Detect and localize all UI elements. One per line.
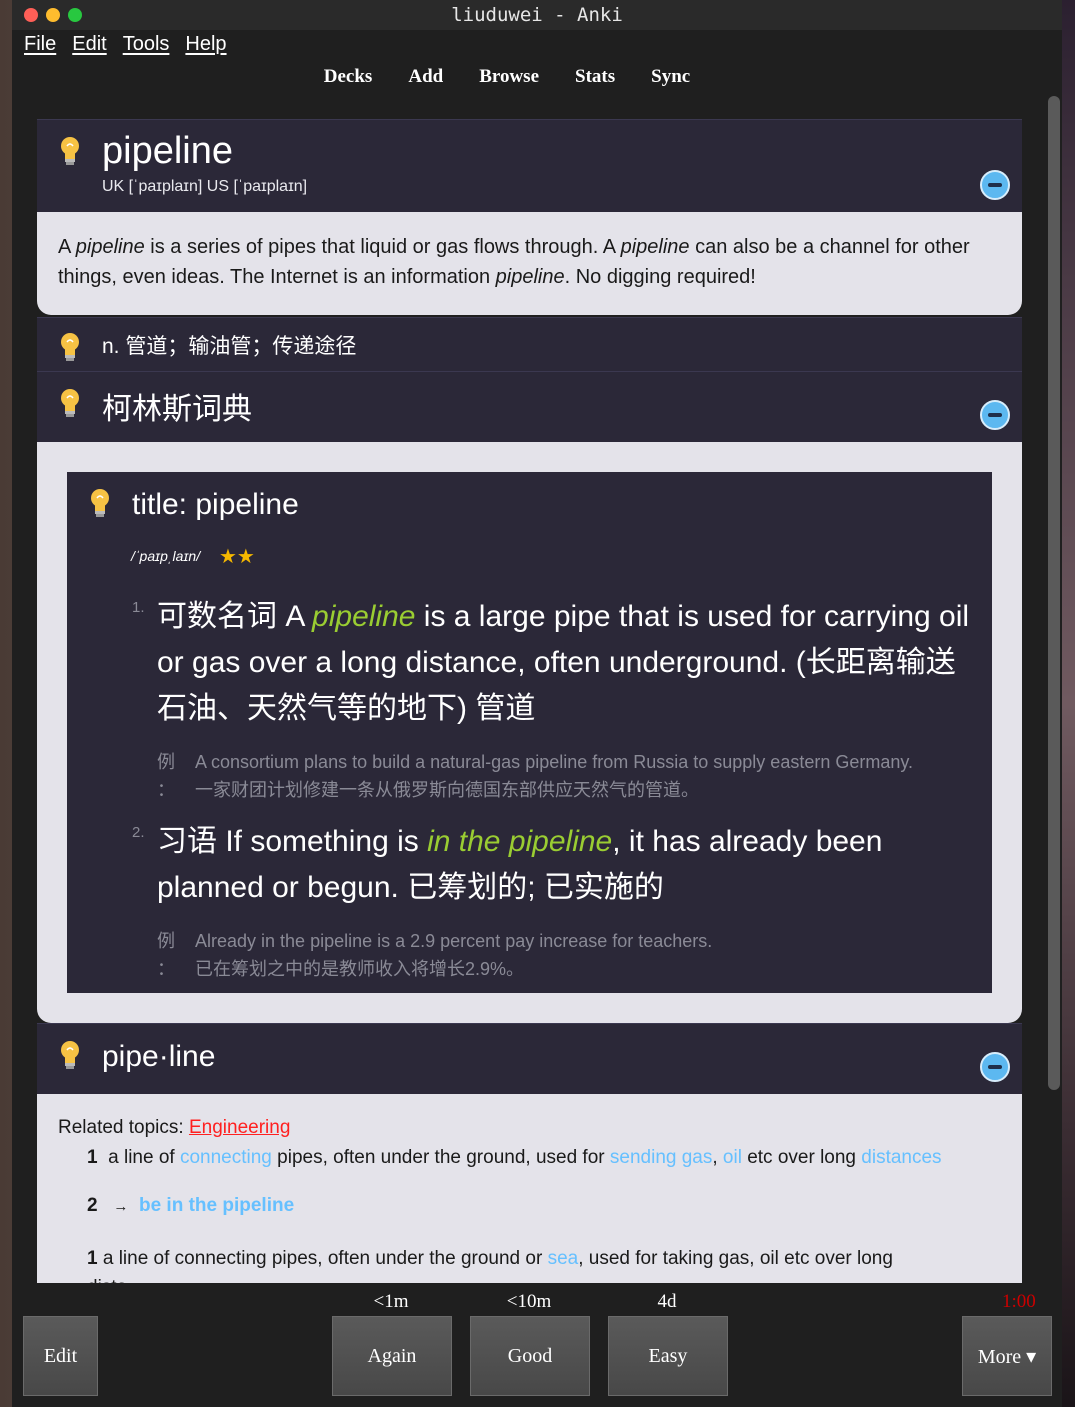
collapse-icon[interactable]	[980, 400, 1010, 430]
example-text: Already in the pipeline is a 2.9 percent…	[195, 931, 713, 979]
edit-button[interactable]: Edit	[23, 1316, 98, 1396]
menu-tools[interactable]: Tools	[123, 33, 170, 56]
card-definition: pipeline UK [ˈpaɪplaɪn] US [ˈpaɪplaɪn] A…	[37, 120, 1022, 315]
sense-1: 1 a line of connecting pipes, often unde…	[87, 1147, 942, 1168]
menu-bar: File Edit Tools Help	[12, 30, 1062, 58]
be-in-the-pipeline-link[interactable]: be in the pipeline	[139, 1195, 294, 1216]
description-text: A pipeline is a series of pipes that liq…	[58, 236, 970, 288]
longman-headword: pipe·line	[102, 1040, 216, 1073]
good-button[interactable]: Good	[470, 1316, 590, 1396]
toolbar-add[interactable]: Add	[408, 66, 443, 88]
anki-window: liuduwei - Anki File Edit Tools Help Dec…	[12, 0, 1062, 1407]
content-scrollbar[interactable]	[1048, 96, 1060, 1090]
lightbulb-icon	[61, 333, 79, 361]
card-collins-header: 柯林斯词典	[37, 372, 1022, 442]
collapse-icon[interactable]	[980, 170, 1010, 200]
card-longman: pipe·line Related topics: Engineering 1 …	[37, 1024, 1022, 1283]
lightbulb-icon	[61, 389, 79, 417]
card-longman-header: pipe·line	[37, 1024, 1022, 1094]
timer: 1:00	[1002, 1291, 1036, 1312]
toolbar-decks[interactable]: Decks	[324, 66, 373, 88]
main-toolbar: Decks Add Browse Stats Sync	[12, 58, 1062, 96]
sense-2: 2 → be in the pipeline	[87, 1195, 295, 1216]
related-topics: Related topics: Engineering	[58, 1117, 291, 1138]
collins-entry-box: title: pipeline /ˈpaɪpˌlaɪn/ ★★ 1. 可数名词 …	[67, 472, 992, 993]
card-collins: 柯林斯词典 title: pipeline /ˈpaɪpˌlaɪn/ ★★ 1.…	[37, 372, 1022, 1023]
toolbar-sync[interactable]: Sync	[651, 66, 690, 88]
easy-interval: 4d	[657, 1291, 677, 1312]
chinese-meaning: n. 管道；输油管；传递途径	[102, 335, 357, 358]
sense-3: 1 a line of connecting pipes, often unde…	[87, 1248, 893, 1283]
engineering-link[interactable]: Engineering	[189, 1117, 290, 1138]
more-button[interactable]: More ▾	[962, 1316, 1052, 1396]
close-window-button[interactable]	[24, 8, 38, 22]
window-title: liuduwei - Anki	[451, 4, 623, 26]
definition-number: 1.	[132, 599, 145, 616]
entry-title: title: pipeline	[132, 488, 299, 521]
lightbulb-icon	[61, 1041, 79, 1069]
title-bar: liuduwei - Anki	[12, 0, 1062, 30]
again-button[interactable]: Again	[332, 1316, 452, 1396]
phonetic: UK [ˈpaɪplaɪn] US [ˈpaɪplaɪn]	[102, 178, 308, 195]
menu-help[interactable]: Help	[185, 33, 226, 56]
frequency-stars: ★★	[219, 546, 255, 568]
lightbulb-icon	[91, 489, 109, 517]
window-controls	[24, 8, 82, 22]
card-definition-header: pipeline UK [ˈpaɪplaɪn] US [ˈpaɪplaɪn]	[37, 120, 1022, 212]
entry-phonetic: /ˈpaɪpˌlaɪn/	[131, 548, 201, 564]
example-text: A consortium plans to build a natural-ga…	[195, 752, 914, 800]
toolbar-browse[interactable]: Browse	[479, 66, 539, 88]
minimize-window-button[interactable]	[46, 8, 60, 22]
headword: pipeline	[102, 130, 233, 172]
example-label: 例：	[157, 752, 175, 800]
menu-edit[interactable]: Edit	[72, 33, 106, 56]
lightbulb-icon	[61, 137, 79, 165]
again-interval: <1m	[373, 1291, 409, 1312]
definition-number: 2.	[132, 824, 145, 841]
good-interval: <10m	[506, 1291, 552, 1312]
menu-file[interactable]: File	[24, 33, 56, 56]
card-chinese-meaning: n. 管道；输油管；传递途径	[37, 318, 1022, 372]
card-content-area: pipeline UK [ˈpaɪplaɪn] US [ˈpaɪplaɪn] A…	[12, 96, 1048, 1283]
definition-text: 可数名词 A pipeline is a large pipe that is …	[157, 600, 970, 725]
toolbar-stats[interactable]: Stats	[575, 66, 615, 88]
definition-text: 习语 If something is in the pipeline, it h…	[157, 825, 883, 904]
easy-button[interactable]: Easy	[608, 1316, 728, 1396]
collins-title: 柯林斯词典	[102, 393, 252, 426]
example-label: 例：	[157, 931, 175, 979]
answer-bar: Edit <1m Again <10m Good 4d Easy 1:00 Mo…	[12, 1283, 1062, 1407]
collapse-icon[interactable]	[980, 1052, 1010, 1082]
background-desktop-strip	[1062, 0, 1075, 1407]
maximize-window-button[interactable]	[68, 8, 82, 22]
